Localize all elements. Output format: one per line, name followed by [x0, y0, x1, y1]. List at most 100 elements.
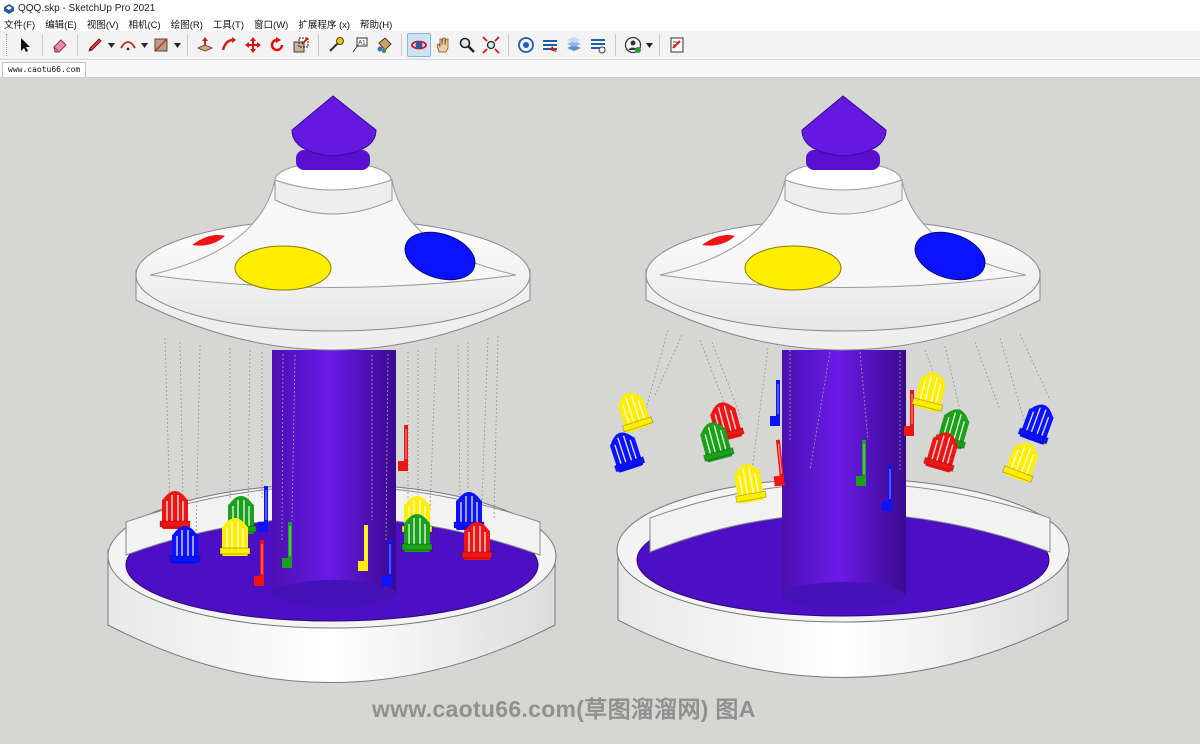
menu-tools[interactable]: 工具(T)	[213, 17, 244, 31]
line-tool-dropdown[interactable]	[107, 33, 116, 57]
push-pull-tool-button[interactable]	[193, 33, 217, 57]
main-toolbar: A1	[0, 31, 1200, 60]
chair-yellow-swung	[910, 368, 951, 414]
spot-yellow-left	[234, 245, 332, 291]
paint-bucket-tool-button[interactable]	[372, 33, 396, 57]
3d-warehouse-button[interactable]	[514, 33, 538, 57]
zoom-tool-button[interactable]	[455, 33, 479, 57]
move-arrows-icon	[245, 37, 261, 53]
zoom-extents-icon	[482, 36, 500, 54]
sketchup-app-icon	[4, 3, 14, 14]
chair-red-tall	[397, 424, 409, 472]
menu-edit[interactable]: 编辑(E)	[45, 17, 77, 31]
rotate-icon	[270, 37, 284, 52]
pan-tool-button[interactable]	[431, 33, 455, 57]
scale-icon	[293, 37, 309, 53]
account-dropdown[interactable]	[645, 33, 654, 57]
chair-red	[159, 490, 191, 530]
chevron-down-icon	[141, 42, 148, 48]
extension-warehouse-button[interactable]	[538, 33, 562, 57]
finial-right-cone	[801, 95, 887, 157]
window-title: QQQ.skp - SketchUp Pro 2021	[18, 3, 156, 14]
select-tool-button[interactable]	[13, 33, 37, 57]
text-label-icon: A1	[352, 37, 368, 53]
spot-yellow-right	[744, 245, 842, 291]
toolbar-separator	[508, 34, 509, 56]
scene-canvas	[107, 95, 1070, 683]
pencil-icon	[88, 38, 102, 52]
chair-blue-swung	[1016, 399, 1060, 447]
push-pull-icon	[196, 37, 214, 52]
account-button[interactable]	[621, 33, 645, 57]
toolbar-separator	[187, 34, 188, 56]
menu-extensions[interactable]: 扩展程序 (x)	[298, 17, 350, 31]
chair-blue-side	[769, 379, 781, 427]
follow-me-tool-button[interactable]	[217, 33, 241, 57]
eraser-icon	[53, 39, 67, 53]
text-tool-button[interactable]: A1	[348, 33, 372, 57]
toolbar-separator	[659, 34, 660, 56]
shape-tool-dropdown[interactable]	[173, 33, 182, 57]
orbit-tool-button[interactable]	[407, 33, 431, 57]
warehouse-icon	[518, 37, 534, 53]
arrow-cursor-icon	[21, 38, 30, 52]
model-viewport[interactable]: www.caotu66.com(草图溜溜网) 图A	[0, 78, 1200, 744]
tape-measure-tool-button[interactable]	[324, 33, 348, 57]
toolbar-separator	[318, 34, 319, 56]
line-tool-button[interactable]	[83, 33, 107, 57]
rectangle-icon	[154, 38, 168, 52]
eraser-tool-button[interactable]	[48, 33, 72, 57]
extension-warehouse-icon	[543, 40, 557, 52]
arc-tool-button[interactable]	[116, 33, 140, 57]
pole-right	[782, 350, 906, 595]
tape-measure-icon	[329, 37, 344, 52]
carousel-left	[107, 95, 557, 683]
arc-icon	[120, 41, 136, 51]
chevron-down-icon	[108, 42, 115, 48]
menu-camera[interactable]: 相机(C)	[128, 17, 160, 31]
toolbar-grip[interactable]	[6, 34, 10, 56]
move-tool-button[interactable]	[241, 33, 265, 57]
model-info-button[interactable]	[665, 33, 689, 57]
arc-tool-dropdown[interactable]	[140, 33, 149, 57]
menu-window[interactable]: 窗口(W)	[254, 17, 288, 31]
magnifier-icon	[459, 37, 475, 53]
rotate-tool-button[interactable]	[265, 33, 289, 57]
chevron-down-icon	[646, 42, 653, 48]
shape-tool-button[interactable]	[149, 33, 173, 57]
menu-help[interactable]: 帮助(H)	[360, 17, 392, 31]
user-account-icon	[624, 36, 642, 54]
menu-view[interactable]: 视图(V)	[87, 17, 119, 31]
carousel-right	[604, 95, 1070, 678]
orbit-icon	[411, 40, 427, 50]
scale-tool-button[interactable]	[289, 33, 313, 57]
chair-yellow-swung	[729, 460, 768, 505]
layout-stack-icon	[567, 37, 581, 51]
watermark-text: www.caotu66.com(草图溜溜网) 图A	[372, 696, 756, 722]
chair-yellow-swung	[1001, 437, 1044, 485]
pole-left-foot	[272, 580, 396, 608]
extension-manager-button[interactable]	[586, 33, 610, 57]
chevron-down-icon	[174, 42, 181, 48]
zoom-extents-tool-button[interactable]	[479, 33, 503, 57]
toolbar-separator	[401, 34, 402, 56]
pole-right-foot	[782, 582, 906, 610]
scene-tab[interactable]: www.caotu66.com	[2, 62, 87, 77]
finial-left-cone	[291, 95, 377, 157]
follow-me-icon	[221, 37, 236, 51]
menu-draw[interactable]: 绘图(R)	[171, 17, 203, 31]
chair-yellow-swung	[612, 387, 655, 435]
title-bar: QQQ.skp - SketchUp Pro 2021	[0, 0, 1200, 17]
paint-bucket-icon	[377, 37, 392, 53]
chair-blue-swung	[604, 427, 647, 475]
model-info-icon	[670, 37, 684, 53]
layout-button[interactable]	[562, 33, 586, 57]
menu-bar: 文件(F) 编辑(E) 视图(V) 相机(C) 绘图(R) 工具(T) 窗口(W…	[0, 17, 1200, 31]
extension-manager-icon	[591, 39, 606, 54]
scene-tab-bar: www.caotu66.com	[0, 60, 1200, 78]
toolbar-separator	[77, 34, 78, 56]
toolbar-separator	[615, 34, 616, 56]
svg-text:A1: A1	[358, 41, 366, 47]
menu-file[interactable]: 文件(F)	[4, 17, 35, 31]
toolbar-separator	[42, 34, 43, 56]
